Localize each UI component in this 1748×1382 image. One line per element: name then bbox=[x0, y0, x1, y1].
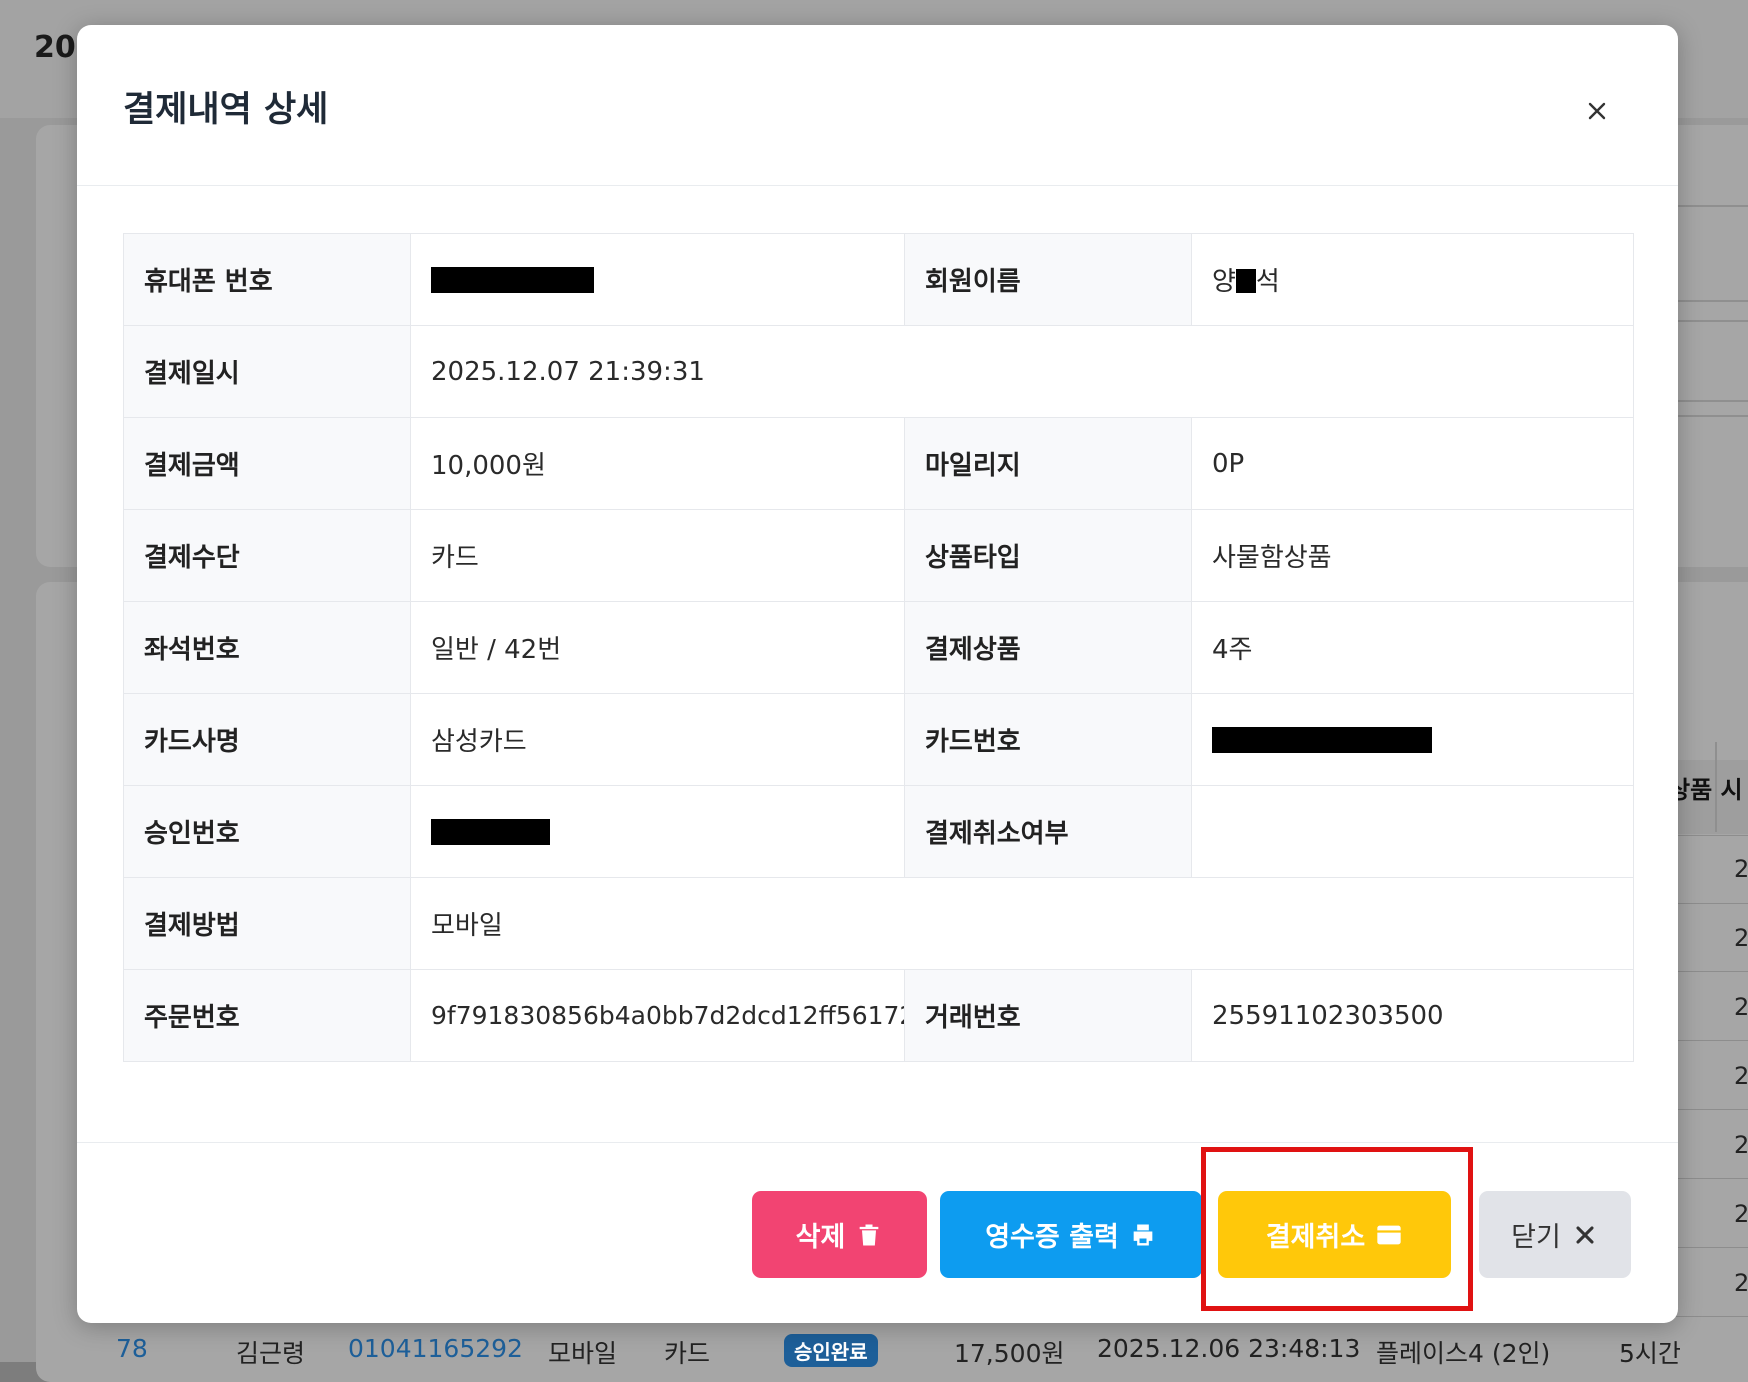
paid-at-value: 2025.12.07 21:39:31 bbox=[410, 325, 1634, 418]
card-number-label: 카드번호 bbox=[904, 693, 1192, 786]
approval-label: 승인번호 bbox=[123, 785, 411, 878]
method-label: 결제수단 bbox=[123, 509, 411, 602]
member-name-label: 회원이름 bbox=[904, 233, 1192, 326]
table-row: 카드사명 삼성카드 카드번호 bbox=[123, 693, 1634, 786]
close-icon[interactable] bbox=[1577, 91, 1617, 131]
phone-value bbox=[410, 233, 905, 326]
close-icon bbox=[1576, 1225, 1594, 1244]
product-type-label: 상품타입 bbox=[904, 509, 1192, 602]
table-row: 결제수단 카드 상품타입 사물함상품 bbox=[123, 509, 1634, 602]
table-cell: 2 bbox=[1734, 1131, 1748, 1159]
approval-value bbox=[410, 785, 905, 878]
pay-channel-label: 결제방법 bbox=[123, 877, 411, 970]
table-cell: 2 bbox=[1734, 1200, 1748, 1228]
card-company-value: 삼성카드 bbox=[410, 693, 905, 786]
table-cell: 2 bbox=[1734, 924, 1748, 952]
print-receipt-button-label: 영수증 출력 bbox=[985, 1222, 1119, 1253]
table-row: 결제일시 2025.12.07 21:39:31 bbox=[123, 325, 1634, 418]
credit-card-icon bbox=[1377, 1225, 1401, 1244]
table-cell: 2 bbox=[1734, 1062, 1748, 1090]
member-name-value: 양석 bbox=[1191, 233, 1634, 326]
table-row: 승인번호 결제취소여부 bbox=[123, 785, 1634, 878]
amount-label: 결제금액 bbox=[123, 417, 411, 510]
modal-title: 결제내역 상세 bbox=[123, 90, 329, 130]
delete-button-label: 삭제 bbox=[795, 1222, 846, 1253]
row-payment: 카드 bbox=[664, 1339, 711, 1368]
close-button[interactable]: 닫기 bbox=[1479, 1191, 1631, 1278]
table-row: 결제방법 모바일 bbox=[123, 877, 1634, 970]
table-row: 좌석번호 일반 / 42번 결제상품 4주 bbox=[123, 601, 1634, 694]
amount-value: 10,000원 bbox=[410, 417, 905, 510]
print-receipt-button[interactable]: 영수증 출력 bbox=[940, 1191, 1202, 1278]
divider bbox=[1715, 742, 1717, 832]
status-badge: 승인완료 bbox=[784, 1334, 878, 1367]
table-row: 휴대폰 번호 회원이름 양석 bbox=[123, 233, 1634, 326]
table-row[interactable]: 78 김근령 01041165292 모바일 카드 승인완료 17,500원 2… bbox=[96, 1330, 1748, 1370]
row-product: 플레이스4 (2인) bbox=[1376, 1339, 1551, 1368]
mileage-label: 마일리지 bbox=[904, 417, 1192, 510]
table-cell: 2 bbox=[1734, 1269, 1748, 1297]
transaction-no-value: 25591102303500 bbox=[1191, 969, 1634, 1062]
phone-label: 휴대폰 번호 bbox=[123, 233, 411, 326]
redacted-approval-number bbox=[431, 819, 550, 845]
paid-at-label: 결제일시 bbox=[123, 325, 411, 418]
product-type-value: 사물함상품 bbox=[1191, 509, 1634, 602]
row-duration: 5시간 bbox=[1619, 1339, 1681, 1368]
redacted-name-char bbox=[1235, 269, 1256, 293]
row-number-link[interactable]: 78 bbox=[116, 1334, 148, 1363]
pay-channel-value: 모바일 bbox=[410, 877, 1634, 970]
row-phone-link[interactable]: 01041165292 bbox=[348, 1334, 523, 1363]
row-amount: 17,500원 bbox=[954, 1339, 1065, 1368]
trash-icon bbox=[860, 1224, 879, 1245]
card-number-value bbox=[1191, 693, 1634, 786]
payment-detail-table: 휴대폰 번호 회원이름 양석 결제일시 2025.12.07 21:39:31 … bbox=[123, 233, 1634, 1062]
redacted-card-number bbox=[1212, 727, 1432, 753]
row-name: 김근령 bbox=[236, 1339, 306, 1368]
transaction-no-label: 거래번호 bbox=[904, 969, 1192, 1062]
member-name-first: 양 bbox=[1212, 267, 1236, 297]
printer-icon bbox=[1133, 1224, 1153, 1245]
product-label: 결제상품 bbox=[904, 601, 1192, 694]
cancel-status-label: 결제취소여부 bbox=[904, 785, 1192, 878]
row-datetime: 2025.12.06 23:48:13 bbox=[1097, 1334, 1361, 1363]
cancel-payment-button[interactable]: 결제취소 bbox=[1218, 1191, 1451, 1278]
order-no-label: 주문번호 bbox=[123, 969, 411, 1062]
cancel-status-value bbox=[1191, 785, 1634, 878]
table-row: 결제금액 10,000원 마일리지 0P bbox=[123, 417, 1634, 510]
delete-button[interactable]: 삭제 bbox=[752, 1191, 927, 1278]
card-company-label: 카드사명 bbox=[123, 693, 411, 786]
modal-header: 결제내역 상세 bbox=[77, 25, 1678, 186]
method-value: 카드 bbox=[410, 509, 905, 602]
order-no-value: 9f791830856b4a0bb7d2dcd12ff56172 bbox=[410, 969, 905, 1062]
member-name-last: 석 bbox=[1255, 267, 1280, 297]
mileage-value: 0P bbox=[1191, 417, 1634, 510]
row-method: 모바일 bbox=[548, 1339, 618, 1368]
close-button-label: 닫기 bbox=[1511, 1222, 1561, 1253]
seat-label: 좌석번호 bbox=[123, 601, 411, 694]
payment-detail-modal: 결제내역 상세 휴대폰 번호 회원이름 양석 결제일시 2025.12.07 2… bbox=[77, 25, 1678, 1323]
table-cell: 2 bbox=[1734, 855, 1748, 883]
seat-value: 일반 / 42번 bbox=[410, 601, 905, 694]
table-cell: 2 bbox=[1734, 993, 1748, 1021]
cancel-payment-button-label: 결제취소 bbox=[1265, 1222, 1366, 1253]
table-row: 주문번호 9f791830856b4a0bb7d2dcd12ff56172 거래… bbox=[123, 969, 1634, 1062]
product-value: 4주 bbox=[1191, 601, 1634, 694]
redacted-phone bbox=[431, 267, 594, 293]
